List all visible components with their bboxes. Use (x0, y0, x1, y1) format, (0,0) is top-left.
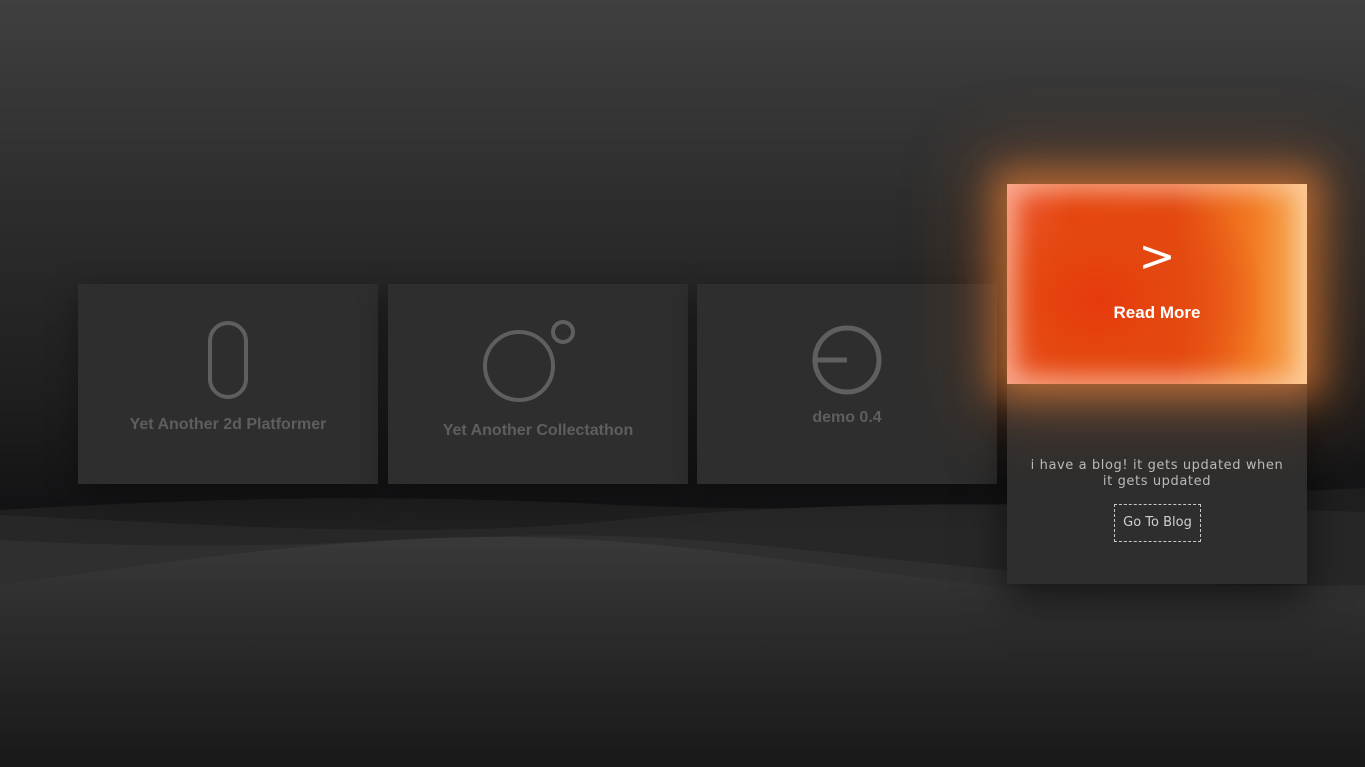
circles-icon (483, 320, 575, 402)
project-card-platformer[interactable]: Yet Another 2d Platformer (78, 284, 378, 484)
project-title: demo 0.4 (812, 409, 882, 426)
project-title: Yet Another 2d Platformer (129, 416, 327, 433)
chevron-right-icon: > (1138, 231, 1176, 282)
blog-card: > Read More i have a blog! it gets updat… (1007, 184, 1307, 584)
blog-description: i have a blog! it gets updated when it g… (1030, 458, 1284, 489)
read-more-hero[interactable]: > Read More (1007, 184, 1307, 384)
project-card-collectathon[interactable]: Yet Another Collectathon (388, 284, 688, 484)
power-dial-icon (812, 325, 882, 395)
go-to-blog-button[interactable]: Go To Blog (1114, 504, 1201, 542)
capsule-icon (208, 321, 248, 399)
project-title: Yet Another Collectathon (442, 422, 634, 439)
project-card-demo[interactable]: demo 0.4 (697, 284, 997, 484)
read-more-label: Read More (1113, 303, 1201, 322)
